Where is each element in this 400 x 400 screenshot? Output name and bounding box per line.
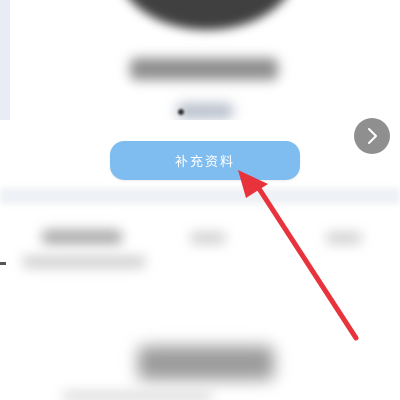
user-meta-badge [176,103,234,119]
content-card [138,346,274,380]
next-button[interactable] [354,118,390,154]
stat-item-tertiary [326,232,362,244]
stat-item-primary [42,230,122,244]
user-name [130,58,278,80]
stat-item-secondary [190,232,226,244]
stat-item-primary-caption [22,256,146,268]
supplement-profile-label: 补充资料 [174,155,235,170]
left-edge-marker [0,262,6,265]
avatar [118,0,296,30]
supplement-profile-button[interactable]: 补充资料 [110,141,300,180]
content-caption [62,392,212,400]
section-divider [0,188,400,204]
left-edge-strip [0,0,10,120]
location-icon [178,109,184,115]
profile-page: 补充资料 [0,0,400,400]
chevron-right-icon [368,128,377,144]
